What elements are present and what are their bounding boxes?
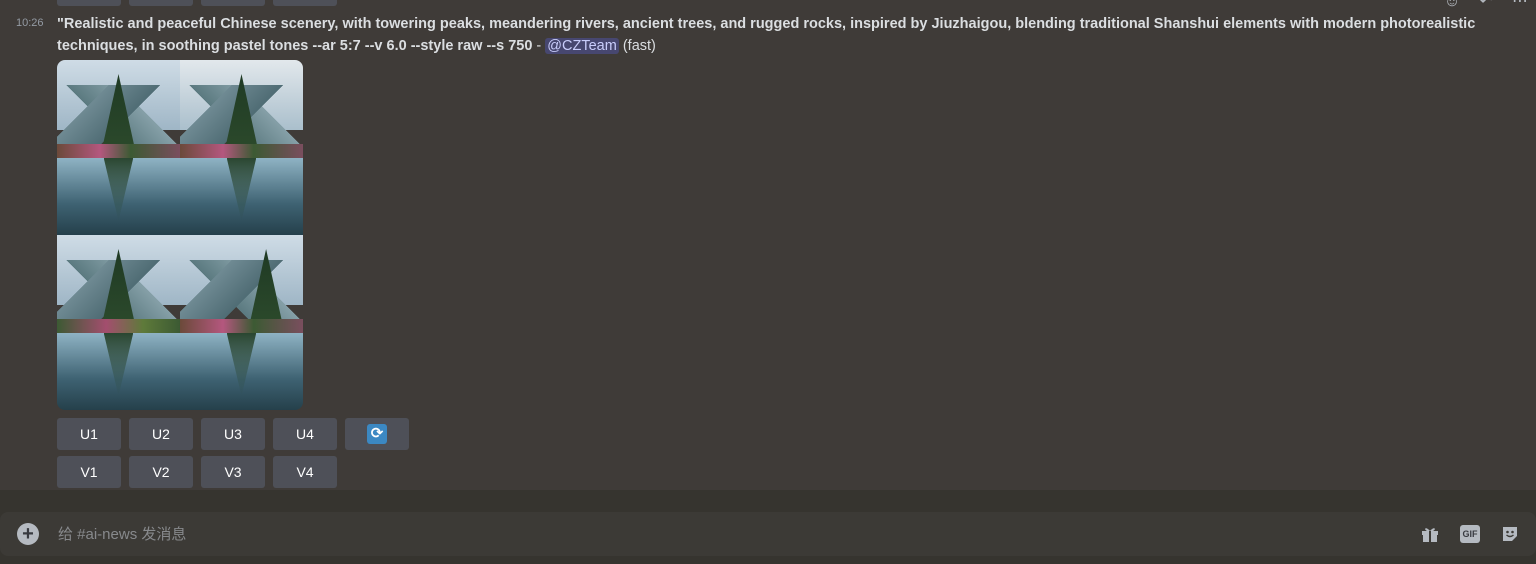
upscale-button-3[interactable]: U3: [201, 418, 265, 450]
composer-area: + GIF: [0, 490, 1536, 564]
gift-icon[interactable]: [1419, 523, 1441, 545]
message-hover-toolbar: ☺ ↶ ⋯: [1442, 0, 1530, 12]
variation-button-row: V1 V2 V3 V4: [57, 456, 1517, 488]
gif-label: GIF: [1460, 525, 1480, 543]
reroll-button[interactable]: ⟳: [345, 418, 409, 450]
upscale-button-2[interactable]: U2: [129, 418, 193, 450]
prompt-text: "Realistic and peaceful Chinese scenery,…: [57, 16, 1476, 54]
add-attachment-icon[interactable]: +: [17, 523, 39, 545]
image-tile-4: [180, 235, 303, 410]
variation-button-4[interactable]: V4: [273, 456, 337, 488]
upscale-button-row: U1 U2 U3 U4 ⟳: [57, 418, 1517, 450]
previous-button[interactable]: [57, 0, 121, 6]
image-tile-3: [57, 235, 180, 410]
variation-button-1[interactable]: V1: [57, 456, 121, 488]
message: "Realistic and peaceful Chinese scenery,…: [57, 13, 1517, 488]
separator: -: [532, 38, 546, 54]
variation-button-2[interactable]: V2: [129, 456, 193, 488]
refresh-icon: ⟳: [367, 424, 387, 444]
message-timestamp: 10:26: [16, 17, 44, 29]
message-input[interactable]: [56, 524, 1419, 544]
upscale-button-4[interactable]: U4: [273, 418, 337, 450]
generated-image-grid[interactable]: [57, 60, 303, 410]
message-content: "Realistic and peaceful Chinese scenery,…: [57, 13, 1517, 57]
add-reaction-icon[interactable]: ☺: [1442, 0, 1462, 12]
user-mention[interactable]: @CZTeam: [545, 38, 619, 54]
previous-button[interactable]: [129, 0, 193, 6]
variation-button-3[interactable]: V3: [201, 456, 265, 488]
more-options-icon[interactable]: ⋯: [1510, 0, 1530, 12]
previous-message-buttons: [57, 0, 337, 6]
previous-button[interactable]: [273, 0, 337, 6]
chat-area: ☺ ↶ ⋯ 10:26 "Realistic and peaceful Chin…: [0, 0, 1536, 490]
sticker-icon[interactable]: [1499, 523, 1521, 545]
image-tile-2: [180, 60, 303, 235]
message-composer: + GIF: [0, 512, 1536, 556]
speed-label: (fast): [618, 38, 656, 54]
image-tile-1: [57, 60, 180, 235]
composer-icons: GIF: [1419, 523, 1521, 545]
reply-icon[interactable]: ↶: [1476, 0, 1496, 12]
upscale-button-1[interactable]: U1: [57, 418, 121, 450]
gif-icon[interactable]: GIF: [1459, 523, 1481, 545]
previous-button[interactable]: [201, 0, 265, 6]
